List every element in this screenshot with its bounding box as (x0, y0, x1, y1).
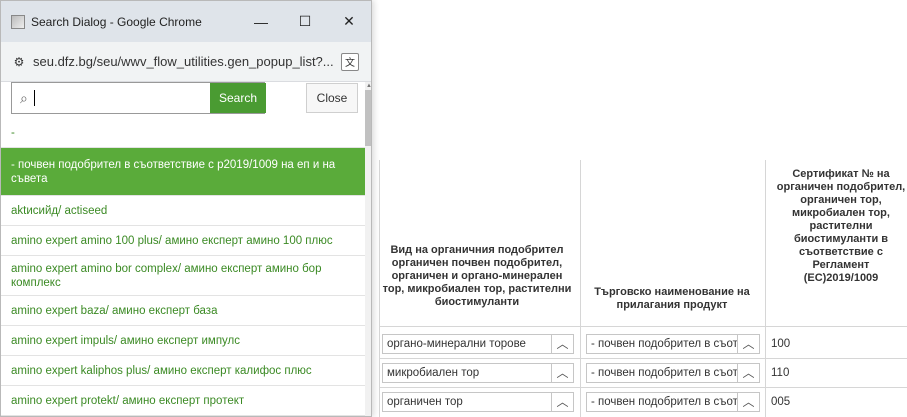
text-caret (33, 90, 35, 106)
list-item-selected[interactable]: - почвен подобрител в съответствие с р20… (1, 148, 365, 196)
certificate-value[interactable]: 110 (771, 363, 789, 383)
search-button[interactable]: Search (210, 83, 266, 113)
translate-icon[interactable]: 文 (341, 52, 359, 71)
type-select[interactable]: органо-минерални торове ︿ (382, 334, 574, 354)
close-button[interactable]: Close (306, 83, 358, 113)
site-settings-icon[interactable]: ⚙ (11, 54, 27, 70)
table-header-certificate: Сертификат № на органичен подобрител, ор… (776, 168, 906, 284)
type-select[interactable]: микробиален тор ︿ (382, 363, 574, 383)
list-item[interactable]: amino expert impuls/ амино експерт импул… (1, 326, 365, 356)
list-item[interactable]: amino expert protekt/ амино експерт прот… (1, 386, 365, 416)
trade-name-select[interactable]: - почвен подобрител в съотве ︿ (586, 334, 760, 354)
chevron-up-icon[interactable]: ︿ (737, 393, 759, 411)
type-select[interactable]: органичен тор ︿ (382, 392, 574, 412)
chevron-up-icon[interactable]: ︿ (551, 393, 573, 411)
list-item[interactable]: aktисийд/ actiseed (1, 196, 365, 226)
close-window-button[interactable]: ✕ (327, 1, 371, 42)
results-list: - - почвен подобрител в съответствие с р… (1, 118, 365, 416)
trade-name-select[interactable]: - почвен подобрител в съотве ︿ (586, 392, 760, 412)
url-text[interactable]: seu.dfz.bg/seu/wwv_flow_utilities.gen_po… (33, 54, 341, 69)
table-row: органо-минерални торове ︿ - почвен подоб… (380, 330, 907, 358)
certificate-value[interactable]: 005 (771, 392, 790, 412)
maximize-button[interactable]: ☐ (283, 1, 327, 42)
window-title: Search Dialog - Google Chrome (31, 14, 202, 29)
search-icon: ⌕ (20, 89, 28, 106)
list-item[interactable]: amino expert amino bor complex/ амино ек… (1, 256, 365, 296)
search-dialog-window: Search Dialog - Google Chrome — ☐ ✕ ⚙ se… (0, 0, 372, 417)
list-item[interactable]: amino expert kaliphos plus/ амино експер… (1, 356, 365, 386)
list-item[interactable]: - (1, 118, 365, 148)
table-header-type: Вид на органичния подобрител органичен п… (382, 244, 572, 308)
scrollbar[interactable]: ▲ (365, 82, 371, 416)
chevron-up-icon[interactable]: ︿ (737, 364, 759, 382)
table-row: микробиален тор ︿ - почвен подобрител в … (380, 359, 907, 387)
background-table: Вид на органичния подобрител органичен п… (379, 160, 907, 417)
minimize-button[interactable]: — (239, 1, 283, 42)
scrollbar-thumb[interactable] (365, 90, 371, 146)
certificate-value[interactable]: 100 (771, 334, 790, 354)
chevron-up-icon[interactable]: ︿ (737, 335, 759, 353)
window-titlebar[interactable]: Search Dialog - Google Chrome — ☐ ✕ (1, 1, 371, 42)
app-icon (11, 14, 25, 29)
table-row: органичен тор ︿ - почвен подобрител в съ… (380, 388, 907, 416)
scroll-up-arrow-icon[interactable]: ▲ (365, 82, 371, 90)
list-item[interactable]: amino expert amino 100 plus/ амино експе… (1, 226, 365, 256)
table-header-trade-name: Търговско наименование на прилагания про… (594, 286, 750, 311)
list-item[interactable]: amino expert baza/ амино експерт база (1, 296, 365, 326)
chevron-up-icon[interactable]: ︿ (551, 335, 573, 353)
address-bar[interactable]: ⚙ seu.dfz.bg/seu/wwv_flow_utilities.gen_… (1, 42, 371, 82)
chevron-up-icon[interactable]: ︿ (551, 364, 573, 382)
trade-name-select[interactable]: - почвен подобрител в съотве ︿ (586, 363, 760, 383)
